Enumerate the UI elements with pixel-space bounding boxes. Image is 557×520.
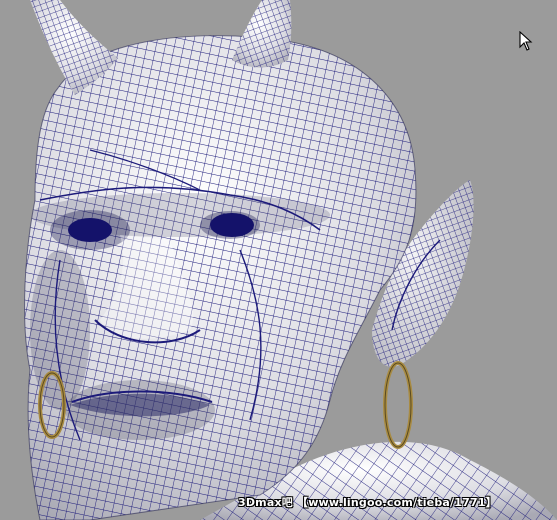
watermark-text: 3Dmax吧 【www.lingoo.com/tieba/1771】	[238, 496, 497, 509]
right-horn	[232, 0, 292, 68]
3d-viewport[interactable]: 3Dmax吧 【www.lingoo.com/tieba/1771】	[0, 0, 557, 520]
demon-head-wireframe-model	[24, 0, 557, 520]
right-earring	[383, 361, 413, 449]
arrow-cursor-icon	[519, 31, 533, 51]
